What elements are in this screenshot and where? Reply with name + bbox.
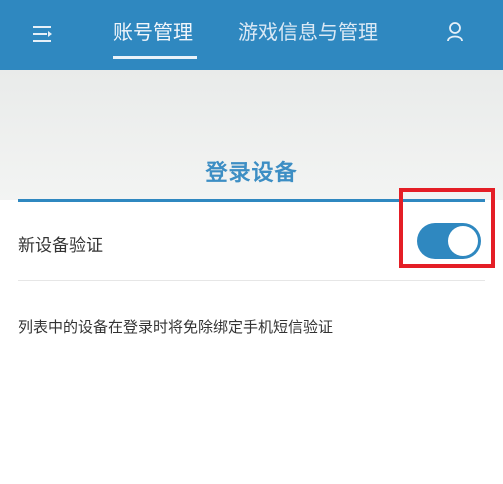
section-title: 登录设备 (205, 161, 298, 186)
menu-icon[interactable] (32, 24, 54, 44)
new-device-verification-label: 新设备验证 (18, 236, 103, 256)
divider (18, 280, 485, 281)
top-bar: 账号管理 游戏信息与管理 (0, 0, 503, 70)
tab-account-management[interactable]: 账号管理 (113, 18, 193, 46)
section-title-rule (18, 199, 485, 202)
user-icon[interactable] (446, 22, 464, 42)
new-device-verification-row: 新设备验证 (0, 205, 503, 277)
toggle-knob (448, 226, 478, 256)
device-list-note: 列表中的设备在登录时将免除绑定手机短信验证 (18, 318, 334, 336)
tab-game-info-management[interactable]: 游戏信息与管理 (238, 18, 378, 46)
new-device-verification-toggle[interactable] (417, 223, 481, 259)
active-tab-indicator (113, 56, 197, 59)
